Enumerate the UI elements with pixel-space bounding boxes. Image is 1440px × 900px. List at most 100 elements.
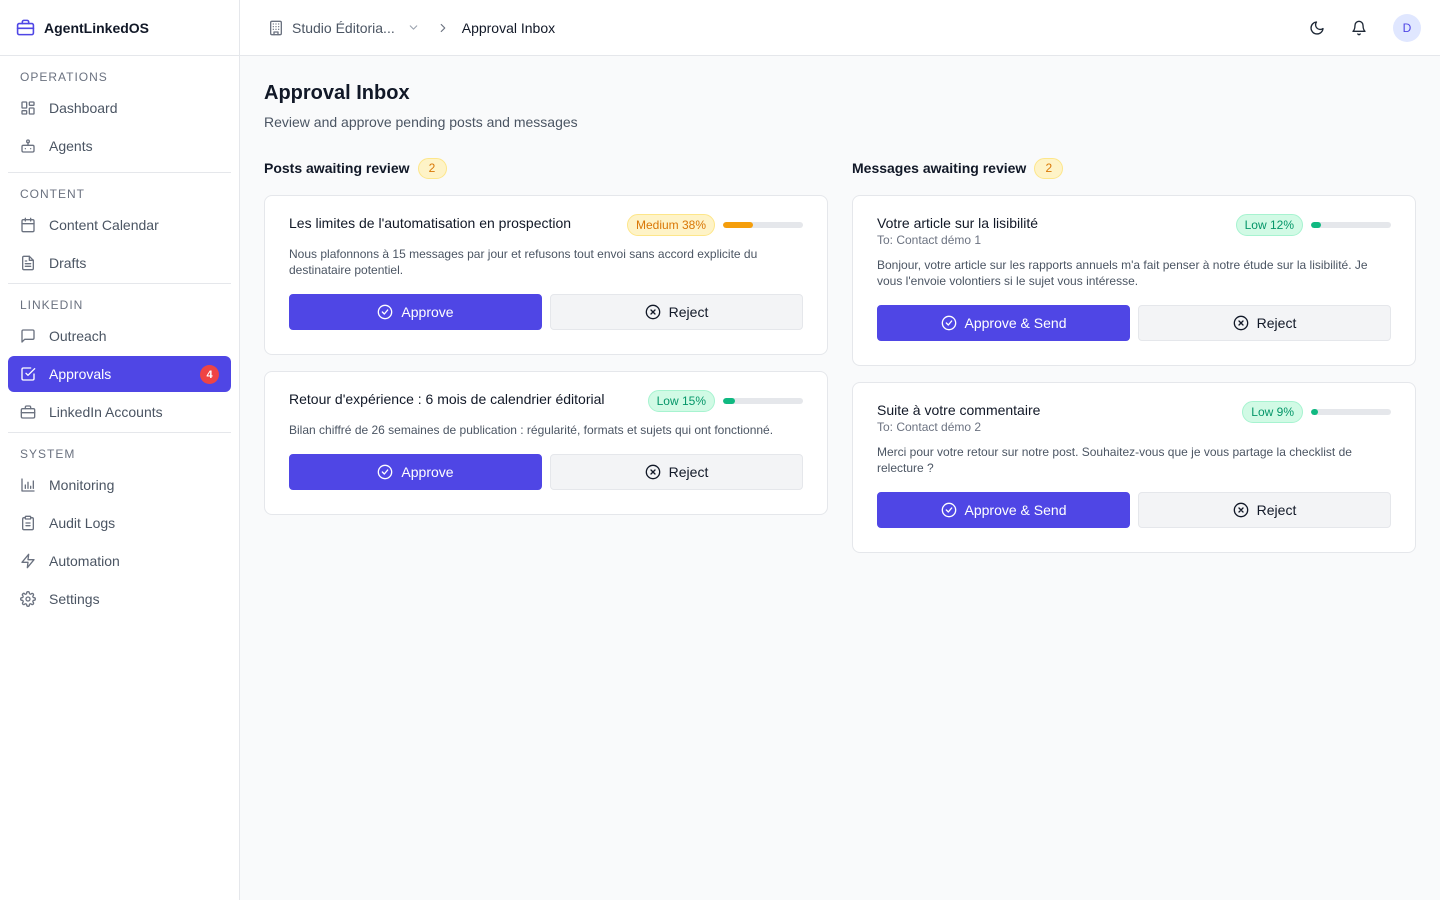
breadcrumb-current: Approval Inbox xyxy=(461,19,556,36)
card-body: Merci pour votre retour sur notre post. … xyxy=(877,445,1352,475)
check-circle-icon xyxy=(377,304,393,320)
sidebar-item-content-calendar[interactable]: Content Calendar xyxy=(8,207,231,243)
card-actions: Approve & Send Reject xyxy=(877,492,1391,528)
topbar: Studio Éditoria... Approval Inbox D xyxy=(240,0,1440,56)
bar-chart-icon xyxy=(20,477,36,493)
reject-label: Reject xyxy=(668,304,709,320)
sidebar-item-audit-logs[interactable]: Audit Logs xyxy=(8,505,231,541)
sidebar-item-drafts[interactable]: Drafts xyxy=(8,245,231,281)
nav-section-title: CONTENT xyxy=(20,187,85,201)
sidebar-item-label: Agents xyxy=(49,138,93,154)
zap-icon xyxy=(20,553,36,569)
approve-send-button[interactable]: Approve & Send xyxy=(877,492,1130,528)
approvals-count-badge: 4 xyxy=(200,365,219,384)
card-title: Retour d'expérience : 6 mois de calendri… xyxy=(289,391,605,407)
nav-section-title: LINKEDIN xyxy=(20,298,84,312)
card-body: Bilan chiffré de 26 semaines de publicat… xyxy=(289,423,774,437)
bot-icon xyxy=(20,138,36,154)
risk-indicator: Low 12% xyxy=(1235,214,1391,236)
sidebar-item-label: Outreach xyxy=(49,328,107,344)
sidebar-item-linkedin-accounts[interactable]: LinkedIn Accounts xyxy=(8,394,231,430)
card-actions: Approve Reject xyxy=(289,454,803,490)
approve-label: Approve & Send xyxy=(964,502,1067,518)
sidebar-item-label: Drafts xyxy=(49,255,87,271)
sidebar-item-monitoring[interactable]: Monitoring xyxy=(8,467,231,503)
reject-button[interactable]: Reject xyxy=(1138,492,1391,528)
chevron-down-icon xyxy=(407,21,420,34)
posts-header: Posts awaiting review 2 xyxy=(264,157,828,179)
x-circle-icon xyxy=(645,304,661,320)
messages-header: Messages awaiting review 2 xyxy=(852,157,1416,179)
avatar[interactable]: D xyxy=(1393,13,1421,42)
risk-bar-fill xyxy=(723,398,735,404)
posts-list: Les limites de l'automatisation en prosp… xyxy=(264,195,828,515)
risk-badge: Low 9% xyxy=(1242,401,1303,423)
moon-icon[interactable] xyxy=(1309,20,1325,36)
reject-label: Reject xyxy=(1256,502,1297,518)
nav-section-linkedin: LINKEDIN Outreach Approvals 4 LinkedIn Accou… xyxy=(8,283,231,430)
reject-button[interactable]: Reject xyxy=(1138,305,1391,341)
card-recipient: To: Contact démo 1 xyxy=(877,233,982,247)
sidebar-item-settings[interactable]: Settings xyxy=(8,581,231,617)
risk-bar xyxy=(1311,222,1391,228)
messages-column: Messages awaiting review 2 Votre article… xyxy=(852,157,1416,569)
sidebar-item-label: Automation xyxy=(49,553,120,569)
page-title: Approval Inbox xyxy=(264,82,410,104)
reject-button[interactable]: Reject xyxy=(550,454,803,490)
message-card: Suite à votre commentaire To: Contact dém… xyxy=(852,382,1416,553)
app-name: AgentLinkedOS xyxy=(44,19,150,36)
post-card: Les limites de l'automatisation en prosp… xyxy=(264,195,828,355)
card-title: Suite à votre commentaire xyxy=(877,402,1041,418)
approve-send-button[interactable]: Approve & Send xyxy=(877,305,1130,341)
approve-button[interactable]: Approve xyxy=(289,454,542,490)
reject-button[interactable]: Reject xyxy=(550,294,803,330)
sidebar-item-label: Settings xyxy=(49,591,100,607)
risk-bar-fill xyxy=(723,222,754,228)
sidebar-item-automation[interactable]: Automation xyxy=(8,543,231,579)
calendar-icon xyxy=(20,217,36,233)
risk-bar xyxy=(723,222,803,228)
x-circle-icon xyxy=(645,464,661,480)
reject-label: Reject xyxy=(668,464,709,480)
card-header: Retour d'expérience : 6 mois de calendri… xyxy=(289,390,803,412)
card-header: Suite à votre commentaire To: Contact dém… xyxy=(877,401,1391,434)
brand[interactable]: AgentLinkedOS xyxy=(0,0,239,56)
x-circle-icon xyxy=(1233,502,1249,518)
card-header: Les limites de l'automatisation en prosp… xyxy=(289,214,803,236)
approve-label: Approve xyxy=(401,464,454,480)
x-circle-icon xyxy=(1233,315,1249,331)
sidebar-item-approvals[interactable]: Approvals 4 xyxy=(8,356,231,392)
approve-button[interactable]: Approve xyxy=(289,294,542,330)
card-actions: Approve Reject xyxy=(289,294,803,330)
briefcase-logo-icon xyxy=(16,18,35,37)
top-actions: D xyxy=(1309,13,1421,42)
check-circle-icon xyxy=(941,502,957,518)
sidebar-item-dashboard[interactable]: Dashboard xyxy=(8,90,231,126)
risk-badge: Low 15% xyxy=(647,390,715,412)
risk-indicator: Low 9% xyxy=(1242,401,1391,423)
sidebar: AgentLinkedOS OPERATIONS Dashboard Agents C… xyxy=(0,0,240,900)
org-name: Studio Éditoria... xyxy=(292,19,395,36)
risk-indicator: Low 15% xyxy=(647,390,803,412)
sidebar-item-outreach[interactable]: Outreach xyxy=(8,318,231,354)
org-switcher[interactable]: Studio Éditoria... xyxy=(268,20,420,36)
risk-badge: Medium 38% xyxy=(626,214,715,236)
sidebar-item-label: Monitoring xyxy=(49,477,115,493)
document-icon xyxy=(20,255,36,271)
risk-bar xyxy=(723,398,803,404)
nav-section-content: CONTENT Content Calendar Drafts xyxy=(8,172,231,281)
sidebar-item-label: Content Calendar xyxy=(49,217,159,233)
sidebar-item-label: LinkedIn Accounts xyxy=(49,404,163,420)
reject-label: Reject xyxy=(1256,315,1297,331)
approve-label: Approve & Send xyxy=(964,315,1067,331)
approve-label: Approve xyxy=(401,304,454,320)
sidebar-item-agents[interactable]: Agents xyxy=(8,128,231,164)
review-columns: Posts awaiting review 2 Les limites de l… xyxy=(264,157,1416,569)
risk-indicator: Medium 38% xyxy=(626,214,803,236)
briefcase-icon xyxy=(20,404,36,420)
bell-icon[interactable] xyxy=(1351,20,1367,36)
card-recipient: To: Contact démo 2 xyxy=(877,420,982,434)
posts-title: Posts awaiting review xyxy=(264,160,410,176)
message-card: Votre article sur la lisibilité To: Conta… xyxy=(852,195,1416,366)
risk-badge: Low 12% xyxy=(1235,214,1303,236)
